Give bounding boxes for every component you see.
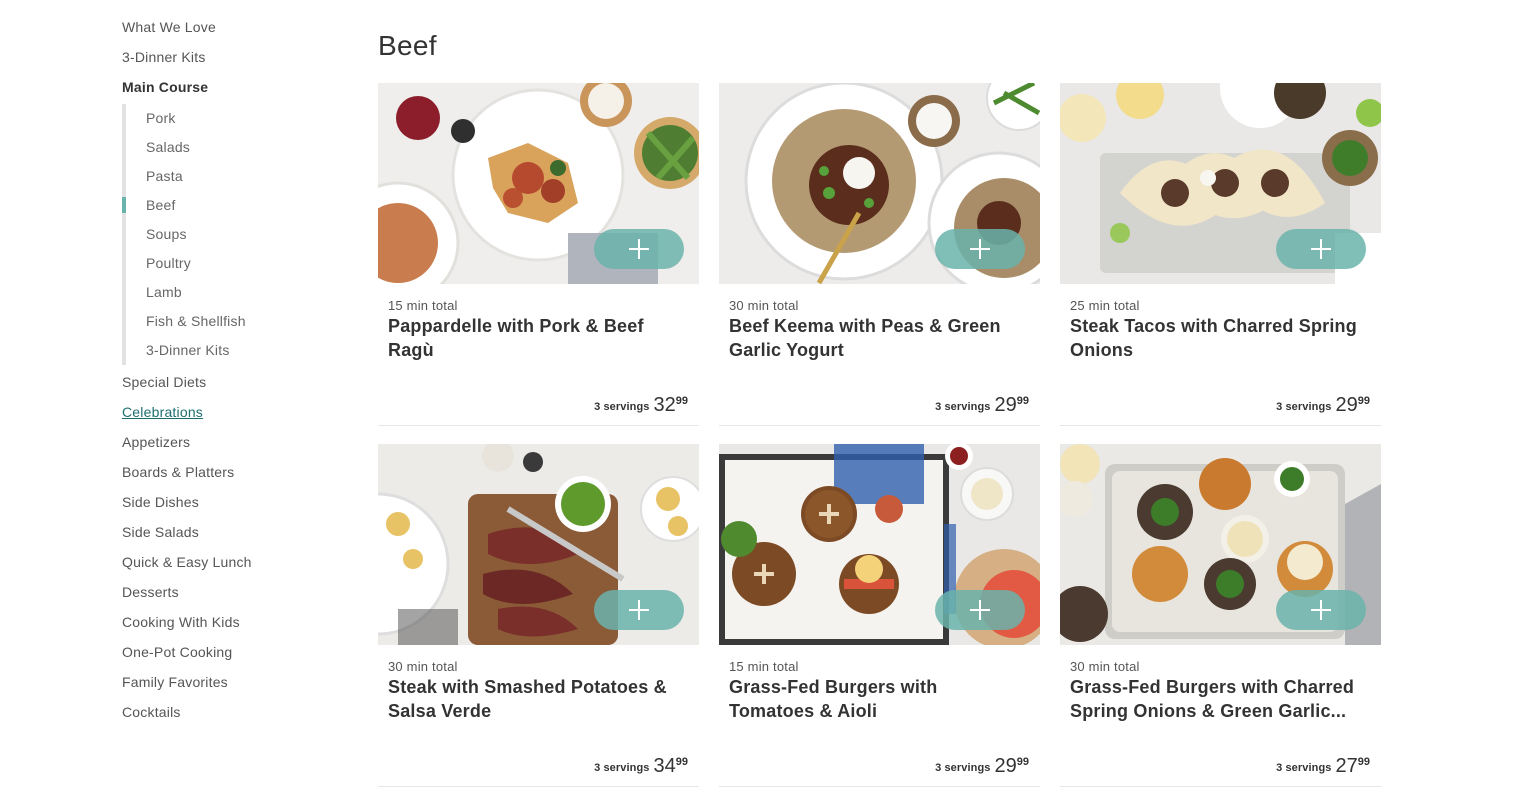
plus-icon bbox=[629, 239, 649, 259]
product-name[interactable]: Beef Keema with Peas & Green Garlic Yogu… bbox=[729, 314, 1019, 362]
product-photo[interactable] bbox=[378, 83, 699, 284]
price-cents: 99 bbox=[1016, 395, 1029, 407]
nav-item-side-salads[interactable]: Side Salads bbox=[122, 519, 342, 549]
product-name[interactable]: Pappardelle with Pork & Beef Ragù bbox=[388, 314, 678, 362]
subnav-item-beef[interactable]: Beef bbox=[122, 191, 342, 220]
subnav-item-lamb[interactable]: Lamb bbox=[146, 278, 342, 307]
product-card[interactable]: 30 min total Grass-Fed Burgers with Char… bbox=[1060, 444, 1381, 787]
product-name[interactable]: Steak Tacos with Charred Spring Onions bbox=[1070, 314, 1360, 362]
product-name[interactable]: Steak with Smashed Potatoes & Salsa Verd… bbox=[388, 675, 678, 723]
product-photo[interactable] bbox=[1060, 444, 1381, 645]
price-dollars: 32 bbox=[653, 394, 676, 416]
price: 3 servings 29 99 bbox=[1276, 393, 1370, 417]
nav-item-3-dinner-kits[interactable]: 3-Dinner Kits bbox=[122, 44, 342, 74]
subnav-item-fish-shellfish[interactable]: Fish & Shellfish bbox=[146, 307, 342, 336]
nav-item-quick-easy-lunch[interactable]: Quick & Easy Lunch bbox=[122, 549, 342, 579]
product-card[interactable]: 30 min total Steak with Smashed Potatoes… bbox=[378, 444, 699, 787]
price-cents: 99 bbox=[675, 756, 688, 768]
nav-item-side-dishes[interactable]: Side Dishes bbox=[122, 489, 342, 519]
servings-label: 3 servings bbox=[935, 401, 991, 413]
cook-time: 15 min total bbox=[388, 298, 458, 313]
product-photo[interactable] bbox=[719, 444, 1040, 645]
price: 3 servings 29 99 bbox=[935, 754, 1029, 778]
price-cents: 99 bbox=[1357, 756, 1370, 768]
page-title: Beef bbox=[378, 30, 437, 61]
plus-icon bbox=[629, 600, 649, 620]
nav-item-appetizers[interactable]: Appetizers bbox=[122, 429, 342, 459]
plus-icon bbox=[1311, 600, 1331, 620]
subnav-item-soups[interactable]: Soups bbox=[146, 220, 342, 249]
subnav-item-pasta[interactable]: Pasta bbox=[146, 162, 342, 191]
cook-time: 30 min total bbox=[388, 659, 458, 674]
add-to-cart-button[interactable] bbox=[1276, 229, 1366, 269]
add-to-cart-button[interactable] bbox=[1276, 590, 1366, 630]
price-dollars: 29 bbox=[1335, 394, 1358, 416]
nav-item-desserts[interactable]: Desserts bbox=[122, 579, 342, 609]
price-cents: 99 bbox=[1357, 395, 1370, 407]
product-name[interactable]: Grass-Fed Burgers with Charred Spring On… bbox=[1070, 675, 1360, 723]
main-course-subnav: Pork Salads Pasta Beef Soups Poultry Lam… bbox=[122, 104, 342, 365]
nav-item-celebrations[interactable]: Celebrations bbox=[122, 399, 342, 429]
servings-label: 3 servings bbox=[594, 401, 650, 413]
add-to-cart-button[interactable] bbox=[935, 590, 1025, 630]
product-card[interactable]: 15 min total Pappardelle with Pork & Bee… bbox=[378, 83, 699, 426]
nav-item-special-diets[interactable]: Special Diets bbox=[122, 369, 342, 399]
price: 3 servings 34 99 bbox=[594, 754, 688, 778]
category-sidebar: What We Love 3-Dinner Kits Main Course P… bbox=[122, 14, 342, 729]
servings-label: 3 servings bbox=[935, 762, 991, 774]
plus-icon bbox=[970, 600, 990, 620]
price-dollars: 34 bbox=[653, 755, 676, 777]
product-card[interactable]: 30 min total Beef Keema with Peas & Gree… bbox=[719, 83, 1040, 426]
price-dollars: 27 bbox=[1335, 755, 1358, 777]
subnav-item-salads[interactable]: Salads bbox=[146, 133, 342, 162]
price: 3 servings 27 99 bbox=[1276, 754, 1370, 778]
price-dollars: 29 bbox=[994, 755, 1017, 777]
nav-item-cooking-with-kids[interactable]: Cooking With Kids bbox=[122, 609, 342, 639]
product-name[interactable]: Grass-Fed Burgers with Tomatoes & Aioli bbox=[729, 675, 1019, 723]
cook-time: 30 min total bbox=[1070, 659, 1140, 674]
product-photo[interactable] bbox=[1060, 83, 1381, 284]
servings-label: 3 servings bbox=[1276, 762, 1332, 774]
cook-time: 30 min total bbox=[729, 298, 799, 313]
product-photo[interactable] bbox=[378, 444, 699, 645]
nav-item-one-pot-cooking[interactable]: One-Pot Cooking bbox=[122, 639, 342, 669]
cook-time: 15 min total bbox=[729, 659, 799, 674]
subnav-item-poultry[interactable]: Poultry bbox=[146, 249, 342, 278]
price-cents: 99 bbox=[1016, 756, 1029, 768]
plus-icon bbox=[970, 239, 990, 259]
nav-item-boards-platters[interactable]: Boards & Platters bbox=[122, 459, 342, 489]
plus-icon bbox=[1311, 239, 1331, 259]
price-dollars: 29 bbox=[994, 394, 1017, 416]
product-card[interactable]: 25 min total Steak Tacos with Charred Sp… bbox=[1060, 83, 1381, 426]
add-to-cart-button[interactable] bbox=[594, 229, 684, 269]
price-cents: 99 bbox=[675, 395, 688, 407]
servings-label: 3 servings bbox=[1276, 401, 1332, 413]
nav-item-cocktails[interactable]: Cocktails bbox=[122, 699, 342, 729]
price: 3 servings 32 99 bbox=[594, 393, 688, 417]
nav-item-family-favorites[interactable]: Family Favorites bbox=[122, 669, 342, 699]
servings-label: 3 servings bbox=[594, 762, 650, 774]
cook-time: 25 min total bbox=[1070, 298, 1140, 313]
nav-item-what-we-love[interactable]: What We Love bbox=[122, 14, 342, 44]
price: 3 servings 29 99 bbox=[935, 393, 1029, 417]
subnav-item-pork[interactable]: Pork bbox=[146, 104, 342, 133]
product-card[interactable]: 15 min total Grass-Fed Burgers with Toma… bbox=[719, 444, 1040, 787]
product-photo[interactable] bbox=[719, 83, 1040, 284]
subnav-item-3-dinner-kits[interactable]: 3-Dinner Kits bbox=[146, 336, 342, 365]
add-to-cart-button[interactable] bbox=[594, 590, 684, 630]
add-to-cart-button[interactable] bbox=[935, 229, 1025, 269]
nav-item-main-course[interactable]: Main Course bbox=[122, 74, 342, 104]
